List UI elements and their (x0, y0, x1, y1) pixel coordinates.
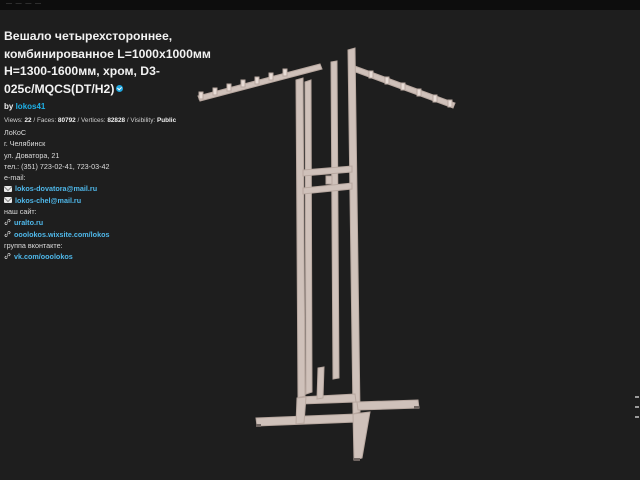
vertices-label: Vertices: (81, 117, 106, 124)
rack-base-back (299, 393, 357, 405)
mail-icon (4, 185, 12, 192)
author-line: by lokos41 (4, 102, 214, 111)
rack-base-right (356, 399, 420, 411)
model-title-text: Вешало четырехстороннее, комбинированное… (4, 29, 211, 96)
viewer-side-control[interactable] (634, 394, 640, 430)
faces-label: Faces: (36, 117, 57, 124)
rack-upright-right-inner (330, 60, 340, 380)
visibility-value: Public (156, 117, 177, 124)
vk-link[interactable]: vk.com/ooolokos (14, 252, 73, 261)
site-row-2: ooolokos.wixsite.com/lokos (4, 229, 214, 240)
vk-label: группа вконтакте: (4, 240, 63, 250)
mail-icon (4, 196, 12, 203)
model-description: ЛоКоС г. Челябинск ул. Доватора, 21 тел.… (4, 127, 214, 263)
rack-foot-cap (256, 424, 261, 427)
rack-base-inner (316, 366, 325, 400)
rack-base-long (255, 413, 358, 427)
rack-upright-left-inner (304, 79, 313, 395)
model-title: Вешало четырехстороннее, комбинированное… (4, 28, 214, 98)
link-icon (4, 230, 11, 237)
site-link-2[interactable]: ooolokos.wixsite.com/lokos (14, 230, 109, 239)
rack-foot-cap (354, 458, 360, 461)
site-link-1[interactable]: uralto.ru (14, 218, 43, 227)
verified-icon (116, 84, 124, 92)
views-label: Views: (4, 117, 23, 124)
rack-crossbar-clamp (325, 175, 333, 185)
phone: тел.: (351) 723-02-41, 723-03-42 (4, 161, 110, 171)
site-label: наш сайт: (4, 207, 37, 217)
author-link[interactable]: lokos41 (16, 102, 46, 111)
rack-upright-right-outer (347, 47, 361, 415)
by-prefix: by (4, 102, 14, 111)
rack-base-left-foot (295, 396, 307, 425)
rack-upright-left-outer (295, 77, 306, 399)
street: ул. Доватора, 21 (4, 150, 60, 160)
email-row-1: lokos-dovatora@mail.ru (4, 183, 214, 194)
email-label: e-mail: (4, 173, 26, 183)
email-link-2[interactable]: lokos-chel@mail.ru (15, 196, 81, 205)
link-icon (4, 253, 11, 260)
email-link-1[interactable]: lokos-dovatora@mail.ru (15, 184, 97, 193)
email-row-2: lokos-chel@mail.ru (4, 195, 214, 206)
link-icon (4, 219, 11, 226)
site-row-1: uralto.ru (4, 217, 214, 228)
faces-count: 80792 (57, 117, 76, 124)
city: г. Челябинск (4, 139, 46, 149)
side-control-icon (635, 396, 639, 418)
rack-base-front (352, 411, 371, 461)
vk-row: vk.com/ooolokos (4, 251, 214, 262)
views-count: 22 (24, 117, 32, 124)
visibility-label: Visibility: (130, 117, 156, 124)
vertices-count: 82828 (107, 117, 126, 124)
top-bar: — — — — (0, 0, 640, 10)
company-name: ЛоКоС (4, 128, 27, 137)
model-info-panel: Вешало четырехстороннее, комбинированное… (4, 28, 214, 263)
model-stats: Views: 22 / Faces: 80792 / Vertices: 828… (4, 117, 177, 124)
rack-foot-cap (414, 406, 419, 409)
top-bar-fragment: — — — — (6, 1, 43, 7)
